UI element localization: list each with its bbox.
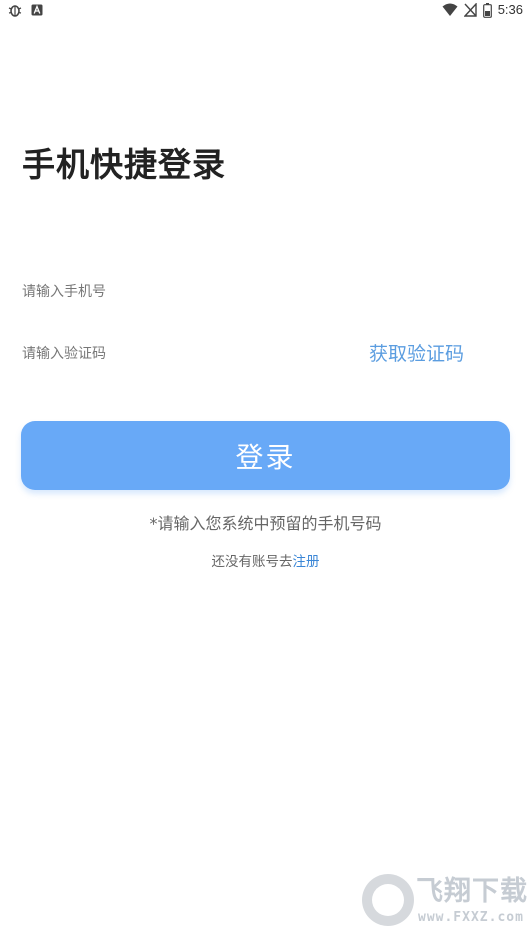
battery-icon [482,2,492,18]
watermark-logo-icon [362,874,414,926]
get-code-button[interactable]: 获取验证码 [369,339,464,369]
a-notification-icon [31,4,43,16]
page-title: 手机快捷登录 [22,145,226,184]
watermark: 飞翔下载 www.FXXZ.com [362,872,527,932]
phone-hint-text: *请输入您系统中预留的手机号码 [149,514,382,533]
status-bar-left [7,2,43,18]
watermark-domain: www.FXXZ.com [418,910,524,925]
register-row: 还没有账号去注册 [0,551,531,573]
register-prefix-text: 还没有账号去 [211,554,293,570]
status-bar: 5:36 [0,0,531,20]
bug-icon [7,2,23,18]
watermark-title: 飞翔下载 [416,876,528,907]
status-bar-right: 5:36 [442,2,523,18]
register-link[interactable]: 注册 [293,554,320,570]
verification-code-input[interactable] [22,338,352,370]
login-button[interactable]: 登录 [21,421,510,490]
no-sim-icon [463,3,477,17]
status-time: 5:36 [497,2,523,17]
phone-input[interactable] [22,276,510,308]
wifi-icon [442,3,458,17]
